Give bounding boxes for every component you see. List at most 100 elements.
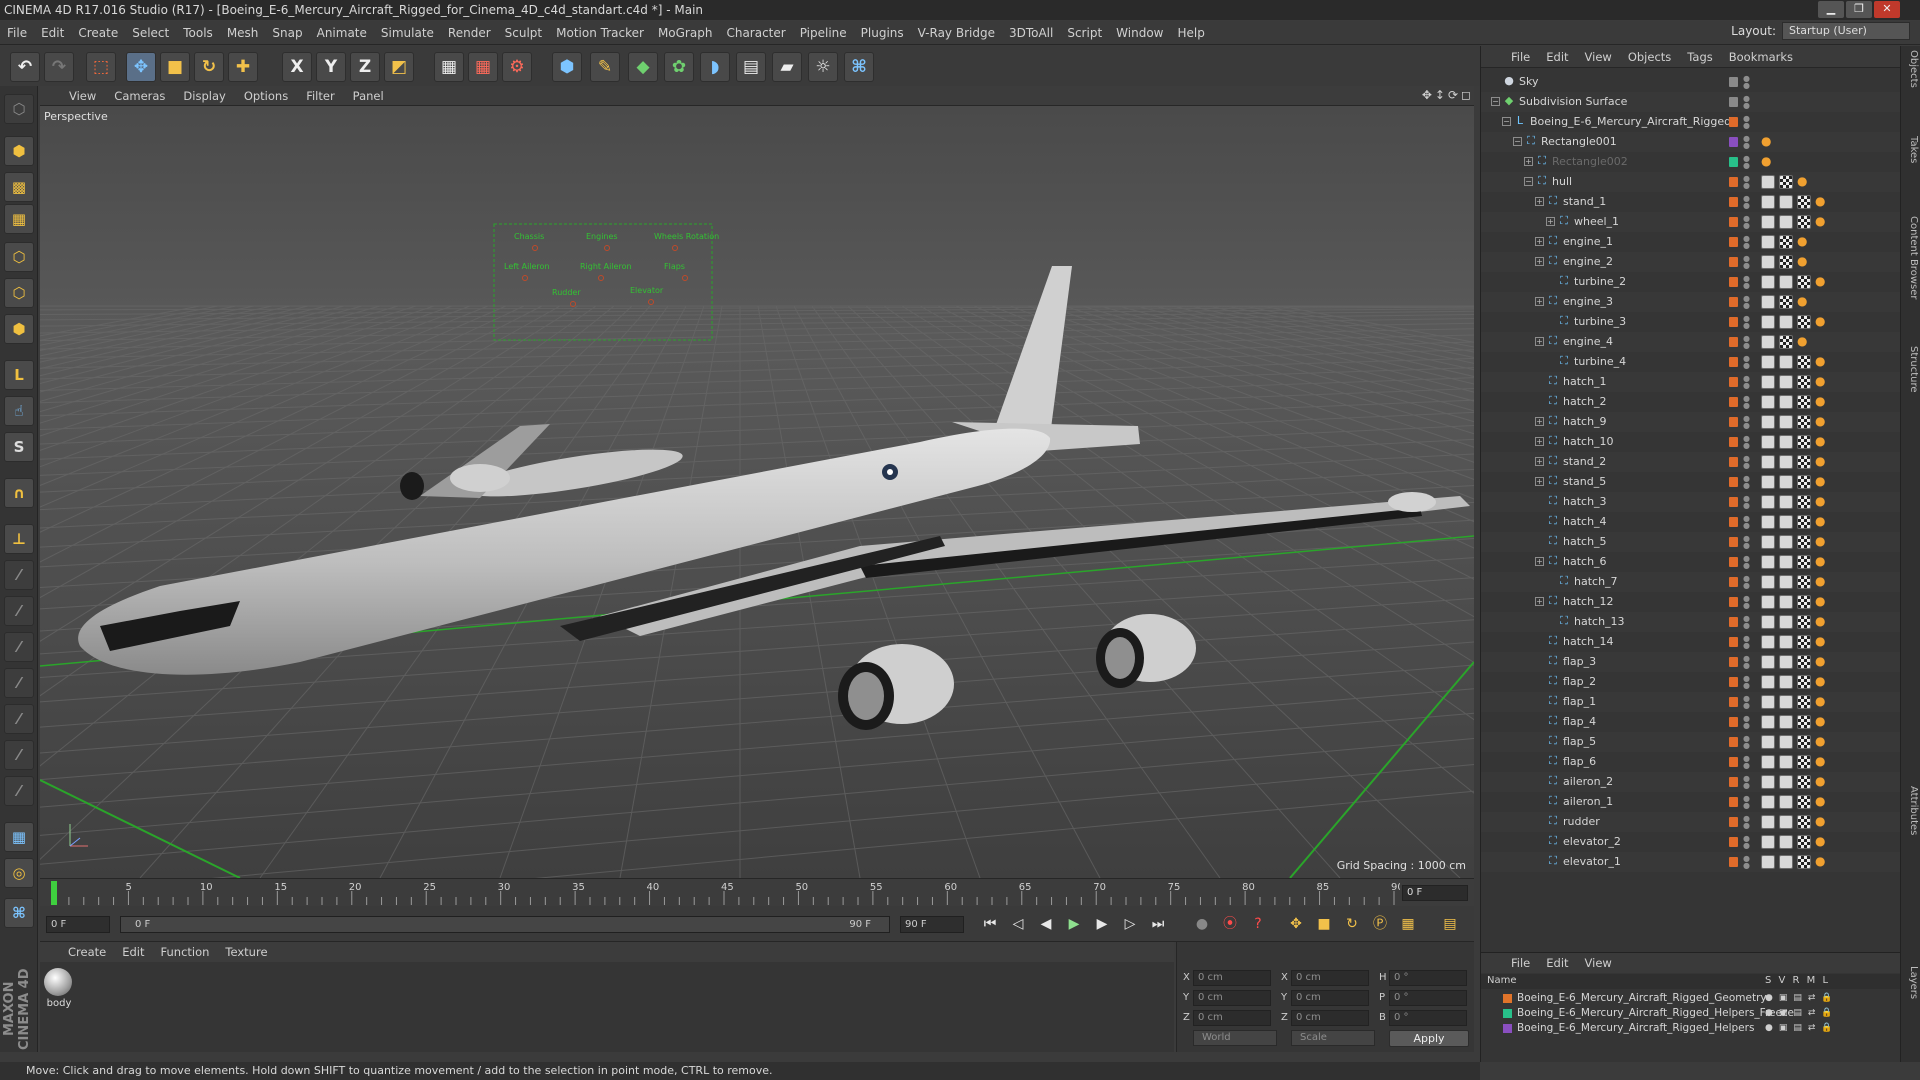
phong-tag-icon[interactable]: ●: [1815, 815, 1829, 829]
phong-tag-icon[interactable]: ●: [1815, 615, 1829, 629]
visibility-dots-icon[interactable]: ● ●: [1743, 215, 1750, 230]
solo-icon[interactable]: ◎: [4, 858, 34, 888]
material-tag-icon[interactable]: [1761, 455, 1775, 469]
phong-tag-icon[interactable]: ●: [1815, 735, 1829, 749]
object-name[interactable]: Rectangle002: [1552, 155, 1628, 168]
position-x-field[interactable]: 0 cm: [1193, 970, 1271, 986]
texture-tag-icon[interactable]: [1797, 655, 1811, 669]
visibility-dots-icon[interactable]: ● ●: [1743, 575, 1750, 590]
material-tag-icon[interactable]: [1779, 855, 1793, 869]
menu-sculpt[interactable]: Sculpt: [498, 26, 549, 40]
grid-lock-icon[interactable]: ▦: [4, 822, 34, 852]
material-tag-icon[interactable]: [1761, 335, 1775, 349]
object-name[interactable]: flap_5: [1563, 735, 1596, 748]
brush-icon-3[interactable]: ⁄: [4, 632, 34, 662]
hud-slider-knob[interactable]: [598, 275, 604, 281]
start-frame-field[interactable]: 0 F: [46, 916, 110, 933]
spline-pen-icon[interactable]: ✎: [590, 52, 620, 82]
object-row-sky[interactable]: ● Sky ● ●: [1481, 72, 1901, 92]
layer-flags-icons[interactable]: ●▣▤⇄🔒: [1765, 1008, 1839, 1018]
material-tag-icon[interactable]: [1779, 775, 1793, 789]
material-tag-icon[interactable]: [1761, 355, 1775, 369]
hud-label[interactable]: Engines: [586, 232, 618, 241]
material-tag-icon[interactable]: [1761, 395, 1775, 409]
object-name[interactable]: flap_1: [1563, 695, 1596, 708]
object-name[interactable]: turbine_4: [1574, 355, 1626, 368]
visibility-dots-icon[interactable]: ● ●: [1743, 235, 1750, 250]
layer-color-swatch[interactable]: [1729, 297, 1738, 307]
object-name[interactable]: hatch_4: [1563, 515, 1607, 528]
expand-toggle-icon[interactable]: −: [1513, 137, 1522, 146]
y-axis-icon[interactable]: Y: [316, 52, 346, 82]
material-tag-icon[interactable]: [1779, 835, 1793, 849]
hud-slider-knob[interactable]: [682, 275, 688, 281]
visibility-dots-icon[interactable]: ● ●: [1743, 175, 1750, 190]
brush-icon-4[interactable]: ⁄: [4, 668, 34, 698]
object-row-hatch-2[interactable]: ⛶ hatch_2 ● ● ●: [1481, 392, 1901, 412]
expand-toggle-icon[interactable]: −: [1491, 97, 1500, 106]
material-menu-function[interactable]: Function: [153, 945, 218, 959]
previous-frame-icon[interactable]: ◀: [1034, 912, 1058, 936]
key-position-icon[interactable]: ✥: [1284, 912, 1308, 936]
phong-tag-icon[interactable]: ●: [1815, 655, 1829, 669]
layer-color-swatch[interactable]: [1729, 677, 1738, 687]
expand-toggle-icon[interactable]: −: [1524, 177, 1533, 186]
visibility-dots-icon[interactable]: ● ●: [1743, 475, 1750, 490]
position-y-field[interactable]: 0 cm: [1193, 990, 1271, 1006]
axis-mode-icon[interactable]: L: [4, 360, 34, 390]
object-menu-edit[interactable]: Edit: [1538, 50, 1576, 64]
menu-mesh[interactable]: Mesh: [220, 26, 266, 40]
texture-tag-icon[interactable]: [1797, 355, 1811, 369]
material-tag-icon[interactable]: [1779, 695, 1793, 709]
texture-tag-icon[interactable]: [1797, 475, 1811, 489]
layer-color-swatch[interactable]: [1729, 457, 1738, 467]
material-tag-icon[interactable]: [1761, 235, 1775, 249]
phong-tag-icon[interactable]: ●: [1815, 775, 1829, 789]
expand-toggle-icon[interactable]: +: [1535, 297, 1544, 306]
layer-color-swatch[interactable]: [1729, 577, 1738, 587]
next-frame-icon[interactable]: ▶: [1090, 912, 1114, 936]
object-name[interactable]: stand_2: [1563, 455, 1606, 468]
layer-color-swatch[interactable]: [1729, 77, 1738, 87]
deformer-icon[interactable]: ◗: [700, 52, 730, 82]
timeline-ruler[interactable]: 051015202530354045505560657075808590 0 F: [40, 878, 1474, 906]
layer-name[interactable]: Boeing_E-6_Mercury_Aircraft_Rigged_Geome…: [1517, 992, 1767, 1004]
material-tag-icon[interactable]: [1761, 295, 1775, 309]
phong-tag-icon[interactable]: ●: [1815, 555, 1829, 569]
menu-motion-tracker[interactable]: Motion Tracker: [549, 26, 651, 40]
model-mode-icon[interactable]: ⬢: [4, 136, 34, 166]
end-frame-field[interactable]: 90 F: [900, 916, 964, 933]
phong-tag-icon[interactable]: ●: [1815, 495, 1829, 509]
object-name[interactable]: turbine_3: [1574, 315, 1626, 328]
phong-tag-icon[interactable]: ●: [1815, 515, 1829, 529]
object-menu-objects[interactable]: Objects: [1620, 50, 1679, 64]
visibility-dots-icon[interactable]: ● ●: [1743, 395, 1750, 410]
material-tag-icon[interactable]: [1779, 675, 1793, 689]
object-row-turbine-3[interactable]: ⛶ turbine_3 ● ● ●: [1481, 312, 1901, 332]
hud-slider-knob[interactable]: [604, 245, 610, 251]
object-row-hatch-12[interactable]: + ⛶ hatch_12 ● ● ●: [1481, 592, 1901, 612]
phong-tag-icon[interactable]: ●: [1815, 595, 1829, 609]
keyframe-selection-icon[interactable]: ?: [1246, 912, 1270, 936]
rotation-h-field[interactable]: 0 °: [1389, 970, 1467, 986]
material-tag-icon[interactable]: [1761, 495, 1775, 509]
layer-menu-edit[interactable]: Edit: [1538, 956, 1576, 970]
phong-tag-icon[interactable]: ●: [1815, 635, 1829, 649]
right-tab-structure[interactable]: Structure: [1903, 346, 1919, 393]
material-tag-icon[interactable]: [1761, 655, 1775, 669]
key-rotation-icon[interactable]: ↻: [1340, 912, 1364, 936]
phong-tag-icon[interactable]: ●: [1815, 215, 1829, 229]
size-z-field[interactable]: 0 cm: [1291, 1010, 1369, 1026]
menu-v-ray-bridge[interactable]: V-Ray Bridge: [911, 26, 1002, 40]
menu-pipeline[interactable]: Pipeline: [793, 26, 854, 40]
object-menu-tags[interactable]: Tags: [1679, 50, 1720, 64]
phong-tag-icon[interactable]: ●: [1815, 455, 1829, 469]
visibility-dots-icon[interactable]: ● ●: [1743, 135, 1750, 150]
object-name[interactable]: flap_2: [1563, 675, 1596, 688]
material-tag-icon[interactable]: [1761, 435, 1775, 449]
expand-toggle-icon[interactable]: +: [1535, 257, 1544, 266]
hud-label[interactable]: Right Aileron: [580, 262, 632, 271]
mograph-cloner-icon[interactable]: ✿: [664, 52, 694, 82]
material-tag-icon[interactable]: [1761, 835, 1775, 849]
workplane-icon[interactable]: ▦: [4, 204, 34, 234]
